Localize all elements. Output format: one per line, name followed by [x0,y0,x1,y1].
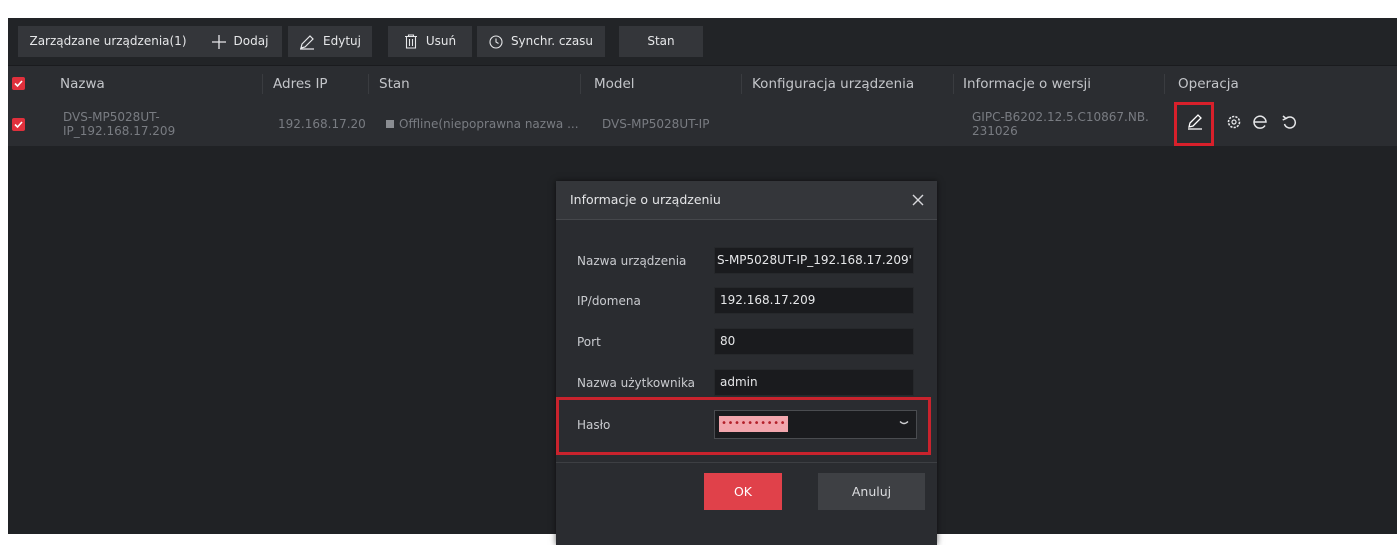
close-button[interactable] [907,189,929,211]
column-divider[interactable] [368,74,369,94]
dialog-footer-divider [556,462,937,463]
header-operation: Operacja [1178,76,1239,92]
sync-time-button[interactable]: Synchr. czasu [477,26,605,57]
username-label: Nazwa użytkownika [577,376,696,390]
row-device-name-line2: IP_192.168.17.209 [63,124,176,138]
clock-icon [489,34,503,49]
header-status[interactable]: Stan [379,66,410,102]
row-checkbox[interactable] [12,118,25,131]
offline-status-icon [386,120,394,128]
browser-icon[interactable] [1247,109,1273,135]
ip-domain-label: IP/domena [577,294,641,308]
managed-devices-label: Zarządzane urządzenia(1) [29,34,187,48]
password-highlight-box [556,397,931,455]
status-label: Stan [647,34,675,48]
status-button[interactable]: Stan [619,26,703,57]
ok-button[interactable]: OK [704,473,782,510]
row-version: GIPC-B6202.12.5.C10867.NB. 231026 [972,110,1149,138]
edit-highlight-box [1174,102,1214,146]
column-divider[interactable] [580,74,581,94]
row-device-name-line1: DVS-MP5028UT- [63,110,160,124]
row-status: Offline(niepoprawna nazwa ... [386,117,578,131]
row-ip: 192.168.17.20 [278,117,366,131]
sync-time-label: Synchr. czasu [510,34,594,48]
device-name-label: Nazwa urządzenia [577,254,687,268]
port-field[interactable]: 80 [714,328,914,355]
column-divider[interactable] [262,74,263,94]
add-button[interactable]: Dodaj [198,26,282,57]
header-ip[interactable]: Adres IP [273,66,328,102]
row-version-line1: GIPC-B6202.12.5.C10867.NB. [972,110,1149,124]
header-config[interactable]: Konfiguracja urządzenia [752,66,914,102]
header-name[interactable]: Nazwa [60,66,105,102]
dialog-title: Informacje o urządzeniu [570,192,721,207]
row-status-text: Offline(niepoprawna nazwa ... [399,117,578,131]
settings-icon[interactable] [1221,109,1247,135]
header-version[interactable]: Informacje o wersji [963,66,1091,102]
restart-icon[interactable] [1276,109,1302,135]
column-divider[interactable] [953,74,954,94]
ip-domain-field[interactable]: 192.168.17.209 [714,287,914,314]
trash-icon [404,34,418,49]
delete-label: Usuń [425,34,457,48]
close-icon [912,194,924,206]
dialog-header: Informacje o urządzeniu [556,181,937,220]
pencil-icon [299,34,315,50]
toolbar: Zarządzane urządzenia(1) Dodaj Edytuj Us… [8,18,1397,66]
port-label: Port [577,335,601,349]
device-info-dialog: Informacje o urządzeniu Nazwa urządzenia… [556,181,937,545]
edit-button[interactable]: Edytuj [288,26,372,57]
managed-devices-tab[interactable]: Zarządzane urządzenia(1) [18,26,198,57]
plus-icon [211,34,226,49]
column-divider[interactable] [1164,74,1165,94]
device-name-field[interactable]: 'S-MP5028UT-IP_192.168.17.209 [714,247,914,274]
delete-button[interactable]: Usuń [388,26,472,57]
column-divider[interactable] [741,74,742,94]
table-header: Nazwa Adres IP Stan Model Konfiguracja u… [8,66,1397,102]
edit-label: Edytuj [323,34,361,48]
row-version-line2: 231026 [972,124,1018,138]
row-model: DVS-MP5028UT-IP [602,117,710,131]
cancel-button[interactable]: Anuluj [818,473,925,510]
username-field[interactable]: admin [714,369,914,396]
row-device-name: DVS-MP5028UT- IP_192.168.17.209 [63,110,175,138]
select-all-checkbox[interactable] [12,77,25,90]
add-label: Dodaj [233,34,269,48]
header-model[interactable]: Model [594,66,635,102]
